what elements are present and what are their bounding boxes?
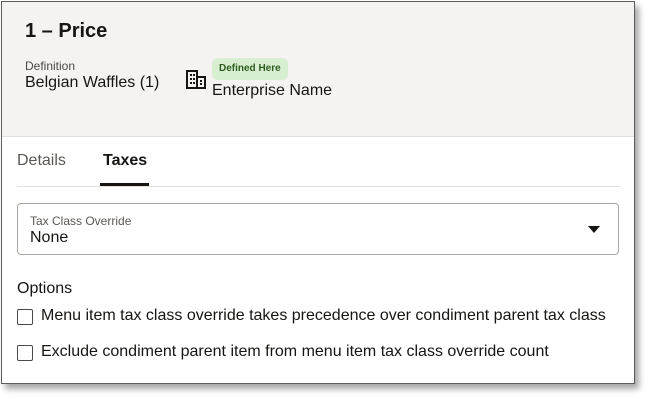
active-tab-indicator — [100, 183, 149, 186]
defined-here-badge: Defined Here — [212, 58, 288, 80]
override-precedence-label[interactable]: Menu item tax class override takes prece… — [41, 307, 606, 325]
options-heading: Options — [17, 280, 73, 297]
tab-details[interactable]: Details — [17, 152, 66, 170]
page-title: 1 – Price — [25, 20, 108, 42]
tax-class-override-select[interactable]: Tax Class Override None — [17, 203, 619, 255]
tab-taxes[interactable]: Taxes — [103, 152, 147, 170]
definition-label: Definition — [25, 59, 76, 73]
enterprise-name: Enterprise Name — [212, 82, 333, 99]
tax-class-override-label: Tax Class Override — [30, 214, 132, 228]
panel-header: 1 – Price Definition Belgian Waffles (1)… — [2, 2, 634, 137]
definition-value: Belgian Waffles (1) — [25, 74, 160, 91]
exclude-parent-label[interactable]: Exclude condiment parent item from menu … — [41, 343, 549, 361]
exclude-parent-checkbox[interactable] — [17, 345, 33, 361]
tab-bar: Details Taxes — [17, 138, 620, 187]
price-panel: 1 – Price Definition Belgian Waffles (1)… — [1, 1, 635, 384]
override-precedence-checkbox[interactable] — [17, 309, 33, 325]
tax-class-override-value: None — [30, 229, 69, 246]
caret-down-icon[interactable] — [588, 226, 600, 233]
building-icon — [186, 70, 206, 89]
